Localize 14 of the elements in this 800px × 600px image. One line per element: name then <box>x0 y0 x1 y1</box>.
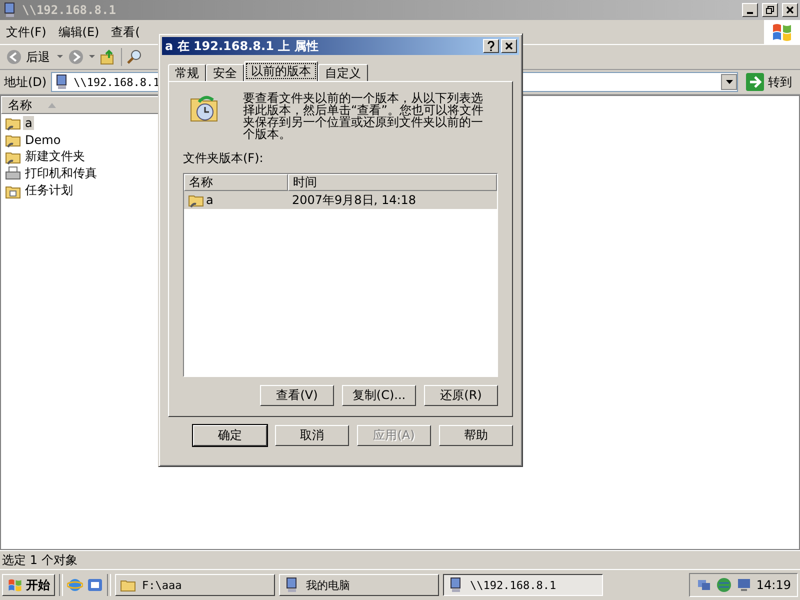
file-name: 新建文件夹 <box>24 148 86 165</box>
window-title: \\192.168.8.1 <box>22 3 116 17</box>
versions-label: 文件夹版本(F): <box>183 150 264 167</box>
file-name: Demo <box>24 132 62 146</box>
version-time: 2007年9月8日, 14:18 <box>291 192 418 208</box>
version-name: a <box>206 193 214 207</box>
dialog-title: a 在 192.168.8.1 上 属性 <box>165 38 318 54</box>
file-name: 打印机和传真 <box>24 165 98 182</box>
address-label: 地址(D) <box>4 74 47 90</box>
status-text: 选定 1 个对象 <box>2 552 78 568</box>
file-name: 任务计划 <box>24 182 74 199</box>
file-name: a <box>23 116 34 130</box>
description-text: 要查看文件夹以前的一个版本，从以下列表选择此版本，然后单击“查看”。您也可以将文件夹保存到另一个位置或还原到文件夹以前的一个版本。 <box>243 92 484 140</box>
clock: 14:19 <box>756 578 791 592</box>
